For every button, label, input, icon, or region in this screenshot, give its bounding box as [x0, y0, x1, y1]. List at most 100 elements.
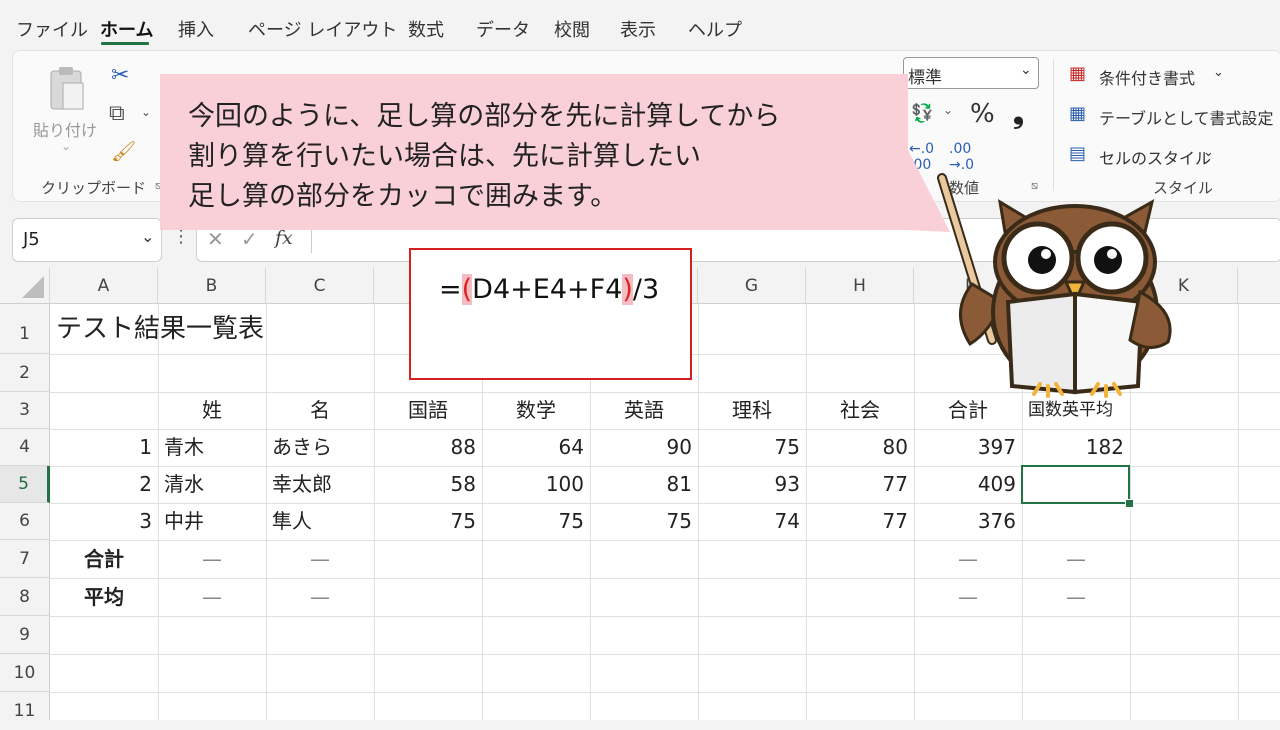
tab-home[interactable]: ホーム — [100, 16, 153, 42]
score-cell[interactable]: 81 — [590, 466, 698, 503]
name-box-value: J5 — [23, 229, 40, 250]
column-header-a[interactable]: A — [50, 268, 158, 304]
currency-chevron-icon[interactable]: ⌄ — [943, 103, 953, 117]
row-header-11[interactable]: 11 — [0, 692, 50, 721]
header-english[interactable]: 英語 — [590, 392, 698, 429]
row-header-1[interactable]: 1 — [0, 304, 50, 354]
sheet-title[interactable]: テスト結果一覧表 — [56, 310, 264, 350]
enter-icon[interactable]: ✓ — [241, 227, 258, 251]
gridline — [50, 616, 1280, 617]
total-cell[interactable]: 409 — [914, 466, 1022, 503]
score-cell[interactable]: 88 — [374, 429, 482, 466]
tab-help[interactable]: ヘルプ — [688, 16, 742, 42]
chevron-down-icon: ⌄ — [1213, 65, 1224, 80]
row-number[interactable]: 3 — [50, 503, 158, 540]
column-header-b[interactable]: B — [158, 268, 266, 304]
score-cell[interactable]: 75 — [698, 429, 806, 466]
row-number[interactable]: 1 — [50, 429, 158, 466]
tab-view[interactable]: 表示 — [620, 16, 656, 42]
name-box[interactable]: J5 ⌄ — [12, 218, 162, 262]
total-cell[interactable]: 376 — [914, 503, 1022, 540]
column-header-l[interactable] — [1238, 268, 1280, 304]
average-label[interactable]: 平均 — [50, 579, 158, 616]
select-all-corner[interactable] — [0, 268, 50, 304]
last-name-cell[interactable]: 中井 — [164, 503, 204, 540]
dash-cell[interactable]: — — [158, 579, 266, 616]
row-header-5[interactable]: 5 — [0, 466, 50, 503]
score-cell[interactable]: 64 — [482, 429, 590, 466]
menu-bar: ファイル ホーム 挿入 ページ レイアウト 数式 データ 校閲 表示 ヘルプ — [0, 0, 1280, 48]
score-cell[interactable]: 75 — [374, 503, 482, 540]
score-cell[interactable]: 77 — [806, 466, 914, 503]
tab-file[interactable]: ファイル — [16, 16, 88, 42]
score-cell[interactable]: 74 — [698, 503, 806, 540]
last-name-cell[interactable]: 青木 — [164, 429, 204, 466]
header-japanese[interactable]: 国語 — [374, 392, 482, 429]
sum-label[interactable]: 合計 — [50, 541, 158, 578]
percent-button[interactable]: % — [970, 99, 995, 129]
dash-cell[interactable]: — — [266, 579, 374, 616]
format-painter-icon[interactable]: 🖌 — [111, 139, 136, 163]
header-science[interactable]: 理科 — [698, 392, 806, 429]
conditional-format-label: 条件付き書式 — [1099, 69, 1196, 88]
row-number[interactable]: 2 — [50, 466, 158, 503]
header-social[interactable]: 社会 — [806, 392, 914, 429]
score-cell[interactable]: 75 — [482, 503, 590, 540]
insert-function-icon[interactable]: fx — [275, 227, 293, 249]
row-header-3[interactable]: 3 — [0, 392, 50, 429]
currency-icon[interactable]: 💱 — [911, 103, 933, 124]
number-format-select[interactable]: 標準 ⌄ — [903, 57, 1039, 89]
average-cell[interactable]: 182 — [1022, 429, 1130, 466]
column-header-c[interactable]: C — [266, 268, 374, 304]
row-header-10[interactable]: 10 — [0, 654, 50, 692]
first-name-cell[interactable]: あきら — [272, 429, 332, 466]
paste-button[interactable] — [47, 65, 87, 113]
row-header-7[interactable]: 7 — [0, 540, 50, 578]
paste-chevron-icon[interactable]: ⌄ — [61, 139, 71, 153]
copy-chevron-icon[interactable]: ⌄ — [141, 105, 151, 119]
tab-data[interactable]: データ — [476, 16, 530, 42]
header-last-name[interactable]: 姓 — [158, 392, 266, 429]
score-cell[interactable]: 58 — [374, 466, 482, 503]
last-name-cell[interactable]: 清水 — [164, 466, 204, 503]
header-math[interactable]: 数学 — [482, 392, 590, 429]
cancel-icon[interactable]: ✕ — [207, 227, 224, 251]
formula-close-paren: ) — [622, 274, 633, 305]
dash-cell[interactable]: — — [1022, 541, 1130, 578]
row-header-8[interactable]: 8 — [0, 578, 50, 616]
gridline — [1238, 304, 1239, 720]
row-header-6[interactable]: 6 — [0, 503, 50, 540]
dash-cell[interactable]: — — [914, 541, 1022, 578]
tab-insert[interactable]: 挿入 — [178, 16, 214, 42]
copy-icon[interactable]: ⧉ — [109, 101, 125, 126]
dash-cell[interactable]: — — [1022, 579, 1130, 616]
column-header-g[interactable]: G — [698, 268, 806, 304]
row-header-9[interactable]: 9 — [0, 616, 50, 654]
dash-cell[interactable]: — — [914, 579, 1022, 616]
score-cell[interactable]: 93 — [698, 466, 806, 503]
active-tab-indicator — [101, 42, 149, 45]
dash-cell[interactable]: — — [158, 541, 266, 578]
row-header-2[interactable]: 2 — [0, 354, 50, 392]
score-cell[interactable]: 90 — [590, 429, 698, 466]
average-cell[interactable] — [1022, 503, 1130, 540]
dash-cell[interactable]: — — [266, 541, 374, 578]
score-cell[interactable]: 100 — [482, 466, 590, 503]
score-cell[interactable]: 80 — [806, 429, 914, 466]
gridline — [50, 654, 1280, 655]
fill-handle[interactable] — [1125, 499, 1134, 508]
first-name-cell[interactable]: 隼人 — [272, 503, 312, 540]
tab-formulas[interactable]: 数式 — [408, 16, 444, 42]
score-cell[interactable]: 77 — [806, 503, 914, 540]
score-cell[interactable]: 75 — [590, 503, 698, 540]
row-header-4[interactable]: 4 — [0, 429, 50, 466]
column-header-h[interactable]: H — [806, 268, 914, 304]
comma-button[interactable]: ❟ — [1013, 97, 1024, 131]
first-name-cell[interactable]: 幸太郎 — [272, 466, 332, 503]
tab-page-layout[interactable]: ページ レイアウト — [248, 16, 397, 42]
header-first-name[interactable]: 名 — [266, 392, 374, 429]
owl-teacher-illustration — [937, 173, 1172, 398]
total-cell[interactable]: 397 — [914, 429, 1022, 466]
cut-icon[interactable]: ✂ — [111, 63, 129, 88]
tab-review[interactable]: 校閲 — [554, 16, 590, 42]
